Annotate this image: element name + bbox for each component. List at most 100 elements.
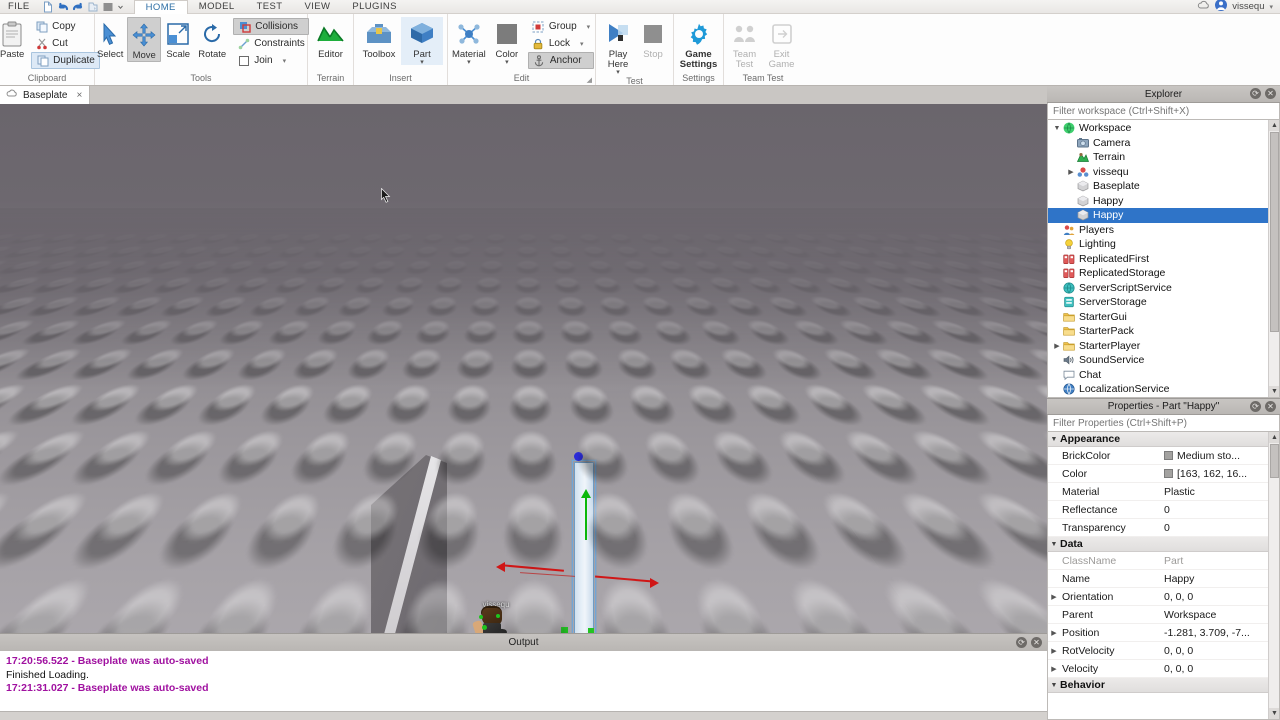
explorer-item-replicatedfirst[interactable]: ReplicatedFirst xyxy=(1048,252,1279,267)
explorer-item-vissequ[interactable]: ▶ vissequ xyxy=(1048,165,1279,180)
group-dropdown-icon[interactable]: ▾ xyxy=(587,23,591,31)
play-here-button[interactable]: Play Here ▾ xyxy=(600,17,636,76)
constraints-toggle[interactable]: Constraints xyxy=(233,35,309,52)
part-insert-button[interactable]: Part ▾ xyxy=(401,17,443,66)
explorer-item-soundservice[interactable]: SoundService xyxy=(1048,353,1279,368)
property-row-brickcolor[interactable]: BrickColor Medium sto... xyxy=(1048,447,1279,465)
property-category-appearance[interactable]: ▼ Appearance xyxy=(1048,432,1279,447)
property-row-color[interactable]: Color [163, 162, 16... xyxy=(1048,465,1279,483)
property-row-rotvelocity[interactable]: ▶ RotVelocity 0, 0, 0 xyxy=(1048,642,1279,660)
select-tool-button[interactable]: Select xyxy=(93,17,127,60)
property-value[interactable]: 0 xyxy=(1164,522,1279,534)
rotate-tool-button[interactable]: Rotate xyxy=(195,17,229,60)
color-button[interactable]: Color ▾ xyxy=(490,17,524,66)
explorer-scroll-up-icon[interactable]: ▲ xyxy=(1269,120,1279,131)
chevron-right-icon[interactable]: ▶ xyxy=(1048,629,1060,637)
property-value[interactable]: 0 xyxy=(1164,504,1279,516)
avatar[interactable] xyxy=(1215,0,1228,14)
explorer-float-icon[interactable]: ⟳ xyxy=(1250,88,1261,99)
explorer-item-serverstorage[interactable]: ServerStorage xyxy=(1048,295,1279,310)
copy-button[interactable]: Copy xyxy=(31,18,100,35)
edit-dialog-launcher-icon[interactable]: ◢ xyxy=(587,76,592,84)
tab-test[interactable]: TEST xyxy=(246,0,294,14)
chevron-right-icon[interactable]: ▶ xyxy=(1048,593,1060,601)
close-icon[interactable]: × xyxy=(76,90,82,101)
material-dropdown-icon[interactable]: ▾ xyxy=(467,59,471,66)
chevron-right-icon[interactable]: ▶ xyxy=(1048,647,1060,655)
explorer-item-players[interactable]: Players xyxy=(1048,223,1279,238)
explorer-item-workspace[interactable]: ▼ Workspace xyxy=(1048,121,1279,136)
output-close-icon[interactable]: ✕ xyxy=(1031,637,1042,648)
chevron-down-icon[interactable]: ▼ xyxy=(1048,436,1060,443)
open-icon[interactable] xyxy=(87,1,99,13)
move-handle-z-top[interactable] xyxy=(574,452,583,461)
properties-close-icon[interactable]: ✕ xyxy=(1265,401,1276,412)
chevron-down-icon[interactable]: ▼ xyxy=(1048,541,1060,548)
explorer-scroll-thumb[interactable] xyxy=(1270,132,1279,332)
property-value[interactable]: [163, 162, 16... xyxy=(1164,468,1279,480)
property-value[interactable]: 0, 0, 0 xyxy=(1164,645,1279,657)
output-panel-body[interactable]: 17:20:56.522 - Baseplate was auto-saved … xyxy=(0,651,1047,711)
properties-scrollbar[interactable]: ▲ ▼ xyxy=(1268,432,1279,719)
qat-more-icon[interactable] xyxy=(117,1,124,13)
tab-model[interactable]: MODEL xyxy=(188,0,246,14)
exit-game-button[interactable]: Exit Game xyxy=(764,17,800,70)
property-value[interactable]: Happy xyxy=(1164,573,1279,585)
property-row-orientation[interactable]: ▶ Orientation 0, 0, 0 xyxy=(1048,588,1279,606)
explorer-item-baseplate[interactable]: Baseplate xyxy=(1048,179,1279,194)
color-swatch[interactable] xyxy=(1164,451,1173,460)
explorer-item-camera[interactable]: Camera xyxy=(1048,136,1279,151)
properties-scroll-down-icon[interactable]: ▼ xyxy=(1269,708,1279,719)
tab-view[interactable]: VIEW xyxy=(293,0,341,14)
explorer-tree[interactable]: ▼ Workspace Camera Terrain ▶ vissequ Baseplate… xyxy=(1047,120,1280,398)
properties-float-icon[interactable]: ⟳ xyxy=(1250,401,1261,412)
explorer-item-starterplayer[interactable]: ▶ StarterPlayer xyxy=(1048,339,1279,354)
property-value[interactable]: Workspace xyxy=(1164,609,1279,621)
part-dropdown-icon[interactable]: ▾ xyxy=(420,59,424,66)
explorer-filter-box[interactable] xyxy=(1047,103,1280,120)
terrain-editor-button[interactable]: Editor xyxy=(310,17,352,60)
toolbox-button[interactable]: Toolbox xyxy=(358,17,400,60)
explorer-item-terrain[interactable]: Terrain xyxy=(1048,150,1279,165)
property-value[interactable]: 0, 0, 0 xyxy=(1164,591,1279,603)
property-row-material[interactable]: Material Plastic xyxy=(1048,483,1279,501)
chevron-down-icon[interactable]: ▼ xyxy=(1052,125,1062,132)
game-settings-button[interactable]: Game Settings xyxy=(676,17,722,70)
property-row-reflectance[interactable]: Reflectance 0 xyxy=(1048,501,1279,519)
explorer-item-happy[interactable]: Happy xyxy=(1048,194,1279,209)
property-row-velocity[interactable]: ▶ Velocity 0, 0, 0 xyxy=(1048,660,1279,678)
properties-scroll-up-icon[interactable]: ▲ xyxy=(1269,432,1279,443)
explorer-item-startergui[interactable]: StarterGui xyxy=(1048,310,1279,325)
paste-button[interactable]: Paste xyxy=(0,17,30,60)
explorer-item-localizationservice[interactable]: LocalizationService xyxy=(1048,382,1279,397)
menu-file[interactable]: FILE xyxy=(0,0,38,14)
redo-icon[interactable] xyxy=(72,1,84,13)
undo-icon[interactable] xyxy=(57,1,69,13)
chevron-right-icon[interactable]: ▶ xyxy=(1052,342,1062,350)
explorer-scrollbar[interactable]: ▲ ▼ xyxy=(1268,120,1279,397)
viewport-3d[interactable]: vissequ xyxy=(0,104,1047,633)
property-row-parent[interactable]: Parent Workspace xyxy=(1048,606,1279,624)
cloud-icon[interactable] xyxy=(1197,0,1210,13)
properties-filter-box[interactable] xyxy=(1047,415,1280,432)
properties-scroll-thumb[interactable] xyxy=(1270,444,1279,478)
chevron-down-icon[interactable]: ▾ xyxy=(1269,3,1273,11)
chevron-down-icon[interactable]: ▼ xyxy=(1048,682,1060,689)
explorer-filter-input[interactable] xyxy=(1053,105,1274,117)
explorer-close-icon[interactable]: ✕ xyxy=(1265,88,1276,99)
username-label[interactable]: vissequ xyxy=(1232,1,1264,12)
collisions-toggle[interactable]: Collisions xyxy=(233,18,309,35)
material-button[interactable]: Material ▾ xyxy=(449,17,489,66)
join-dropdown-icon[interactable]: ▾ xyxy=(283,57,287,65)
chevron-right-icon[interactable]: ▶ xyxy=(1048,665,1060,673)
property-row-classname[interactable]: ClassName Part xyxy=(1048,552,1279,570)
chevron-right-icon[interactable]: ▶ xyxy=(1066,168,1076,176)
character-avatar[interactable] xyxy=(470,599,510,633)
property-row-transparency[interactable]: Transparency 0 xyxy=(1048,519,1279,537)
explorer-item-replicatedstorage[interactable]: ReplicatedStorage xyxy=(1048,266,1279,281)
explorer-scroll-down-icon[interactable]: ▼ xyxy=(1269,386,1279,397)
lock-button[interactable]: Lock ▾ xyxy=(528,35,594,52)
lock-dropdown-icon[interactable]: ▾ xyxy=(580,40,584,48)
property-value[interactable]: Plastic xyxy=(1164,486,1279,498)
anchor-button[interactable]: Anchor xyxy=(527,52,595,69)
